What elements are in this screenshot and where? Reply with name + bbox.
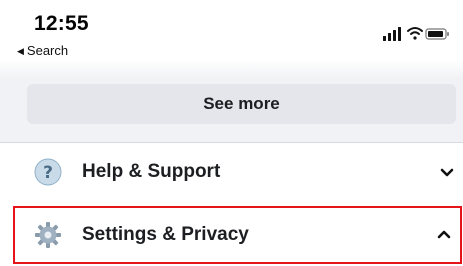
back-label: Search bbox=[26, 43, 69, 58]
scroll-fade bbox=[0, 60, 463, 82]
status-bar: 12:55 ◀ Search bbox=[0, 0, 463, 66]
status-time: 12:55 bbox=[34, 12, 89, 35]
gear-icon bbox=[34, 221, 62, 249]
status-icons bbox=[373, 25, 453, 43]
signal-icon bbox=[383, 27, 401, 41]
question-icon: ? bbox=[34, 158, 62, 186]
back-to-search-link[interactable]: ◀ Search bbox=[17, 43, 68, 58]
menu-item-help-support[interactable]: ? Help & Support bbox=[0, 143, 463, 201]
help-support-label: Help & Support bbox=[82, 161, 221, 182]
chevron-down-icon bbox=[439, 164, 455, 180]
see-more-button[interactable]: See more bbox=[27, 84, 456, 124]
back-arrow-icon: ◀ bbox=[17, 46, 24, 56]
chevron-up-icon bbox=[436, 227, 452, 243]
menu-item-settings-privacy[interactable]: Settings & Privacy bbox=[13, 206, 462, 264]
battery-icon bbox=[425, 28, 449, 40]
wifi-icon bbox=[407, 27, 423, 40]
settings-privacy-label: Settings & Privacy bbox=[82, 224, 249, 245]
svg-text:?: ? bbox=[43, 163, 53, 183]
